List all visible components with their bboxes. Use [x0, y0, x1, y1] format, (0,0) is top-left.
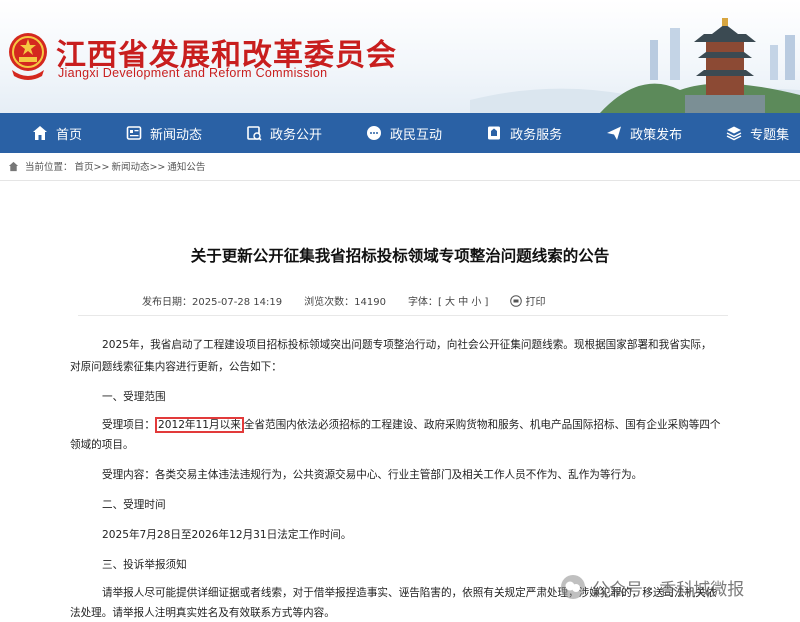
view-count: 浏览次数：14190: [304, 293, 386, 308]
nav-item-news[interactable]: 新闻动态: [94, 113, 214, 153]
chat-icon: [367, 126, 382, 140]
printer-icon: [510, 294, 523, 307]
paragraph-content: 受理内容：各类交易主体违法违规行为，公共资源交易中心、行业主管部门及相关工作人员…: [102, 469, 643, 481]
print-button[interactable]: 打印: [510, 293, 545, 308]
paragraph-time: 2025年7月28日至2026年12月31日法定工作时间。: [102, 529, 352, 541]
publish-date: 发布日期：2025-07-28 14:19: [142, 293, 282, 308]
site-subtitle: Jiangxi Development and Reform Commissio…: [58, 66, 328, 80]
news-icon: [126, 126, 142, 140]
nav-item-policy[interactable]: 政策发布: [574, 113, 694, 153]
paragraph-intro-2: 对原问题线索征集内容进行更新，公告如下：: [70, 361, 282, 373]
breadcrumb-divider: [0, 180, 800, 181]
section-heading-notice: 三、投诉举报须知: [102, 559, 187, 571]
publish-date-label: 发布日期：: [142, 297, 192, 308]
paragraph-scope-2: 领域的项目。: [70, 439, 134, 451]
home-icon: [33, 126, 47, 140]
watermark-text: 公众号 · 香科城微报: [592, 579, 745, 600]
home-icon: [8, 161, 19, 171]
nav-item-label: 专题集: [750, 127, 790, 143]
section-heading-scope: 一、受理范围: [102, 391, 166, 403]
view-count-value: 14190: [354, 297, 386, 308]
wechat-watermark: 公众号 · 香科城微报: [560, 574, 744, 600]
nav-item-label: 政务公开: [270, 127, 323, 143]
pavilion-scenery-image: [470, 18, 800, 113]
font-size-options[interactable]: [ 大 中 小 ]: [438, 297, 489, 308]
nav-item-home[interactable]: 首页: [0, 113, 94, 153]
paragraph-notice-2: 法处理。请举报人注明真实姓名及有效联系方式等内容。: [70, 607, 335, 619]
breadcrumb-news-link[interactable]: 新闻动态>>: [111, 159, 165, 173]
site-header: 江西省发展和改革委员会 Jiangxi Development and Refo…: [0, 0, 800, 113]
breadcrumb: 当前位置： 首页>> 新闻动态>> 通知公告: [8, 159, 207, 173]
nav-item-topics[interactable]: 专题集: [694, 113, 800, 153]
print-label: 打印: [525, 297, 546, 308]
nav-item-interaction[interactable]: 政民互动: [334, 113, 454, 153]
nav-item-gov-info[interactable]: 政务公开: [214, 113, 334, 153]
view-count-label: 浏览次数：: [304, 297, 355, 308]
scope-text: 全省范围内依法必须招标的工程建设、政府采购货物和服务、机电产品国际招标、国有企业…: [243, 419, 721, 431]
paragraph-intro-1: 2025年，我省启动了工程建设项目招标投标领域突出问题专项整治行动，向社会公开征…: [102, 339, 712, 351]
nav-item-service[interactable]: 政务服务: [454, 113, 574, 153]
breadcrumb-current[interactable]: 通知公告: [167, 159, 205, 173]
main-nav: 首页 新闻动态 政务公开 政民互动 政务服务 政策发布 专题集: [0, 113, 800, 153]
layers-icon: [726, 126, 742, 141]
nav-item-label: 政策发布: [630, 127, 683, 143]
article-meta: 发布日期：2025-07-28 14:19 浏览次数：14190 字体：[ 大 …: [142, 293, 545, 308]
font-size-label: 字体：: [407, 297, 438, 308]
paragraph-scope: 受理项目： 2012年11月以来 全省范围内依法必须招标的工程建设、政府采购货物和服…: [102, 416, 721, 434]
nav-item-label: 新闻动态: [150, 127, 203, 143]
send-icon: [607, 126, 622, 140]
article-title: 关于更新公开征集我省招标投标领域专项整治问题线索的公告: [190, 247, 610, 265]
breadcrumb-home-link[interactable]: 首页>>: [75, 159, 110, 173]
nav-item-label: 政务服务: [510, 127, 563, 143]
publish-date-value: 2025-07-28 14:19: [192, 297, 283, 308]
breadcrumb-prefix: 当前位置：: [25, 162, 73, 173]
scope-label: 受理项目：: [102, 419, 155, 431]
nav-item-label: 政民互动: [390, 127, 443, 143]
nav-item-label: 首页: [56, 127, 83, 143]
section-heading-time: 二、受理时间: [102, 499, 166, 511]
wechat-logo-icon: [561, 575, 585, 599]
font-size-switcher: 字体：[ 大 中 小 ]: [408, 293, 489, 308]
meta-divider: [78, 315, 728, 316]
document-icon: [247, 126, 262, 141]
service-icon: [488, 126, 501, 140]
national-emblem-icon: [9, 33, 47, 80]
highlighted-date-range: 2012年11月以来: [154, 417, 244, 433]
